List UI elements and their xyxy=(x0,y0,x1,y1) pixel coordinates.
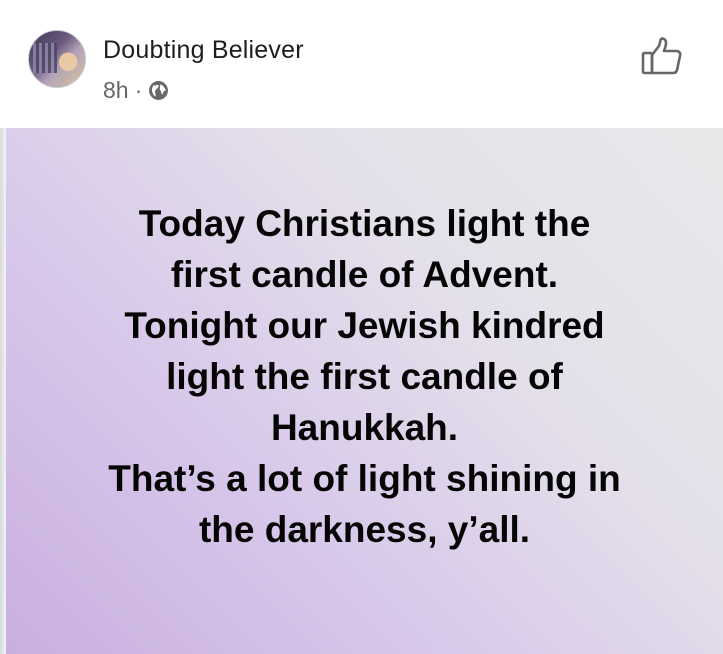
globe-icon[interactable] xyxy=(148,80,169,101)
post-time[interactable]: 8h xyxy=(103,77,129,104)
post-text: Today Christians light the first candle … xyxy=(45,198,685,555)
post-meta: 8h · xyxy=(103,77,169,104)
post-header: Doubting Believer 8h · xyxy=(0,0,723,128)
post-body-background: Today Christians light the first candle … xyxy=(6,128,723,654)
post-text-line: That’s a lot of light shining in xyxy=(108,457,621,499)
post-text-line: Tonight our Jewish kindred xyxy=(124,304,605,346)
avatar[interactable] xyxy=(28,30,86,88)
post-text-line: light the first candle of xyxy=(166,355,563,397)
post-text-line: first candle of Advent. xyxy=(170,253,559,295)
facebook-post: Doubting Believer 8h · Today Christians … xyxy=(0,0,723,654)
author-name[interactable]: Doubting Believer xyxy=(103,36,304,65)
avatar-image xyxy=(33,43,57,73)
thumbs-up-icon[interactable] xyxy=(640,34,684,78)
post-text-line: Hanukkah. xyxy=(270,406,459,448)
meta-separator: · xyxy=(134,77,143,103)
post-text-line: Today Christians light the xyxy=(138,202,591,244)
post-text-line: the darkness, y’all. xyxy=(198,508,531,550)
